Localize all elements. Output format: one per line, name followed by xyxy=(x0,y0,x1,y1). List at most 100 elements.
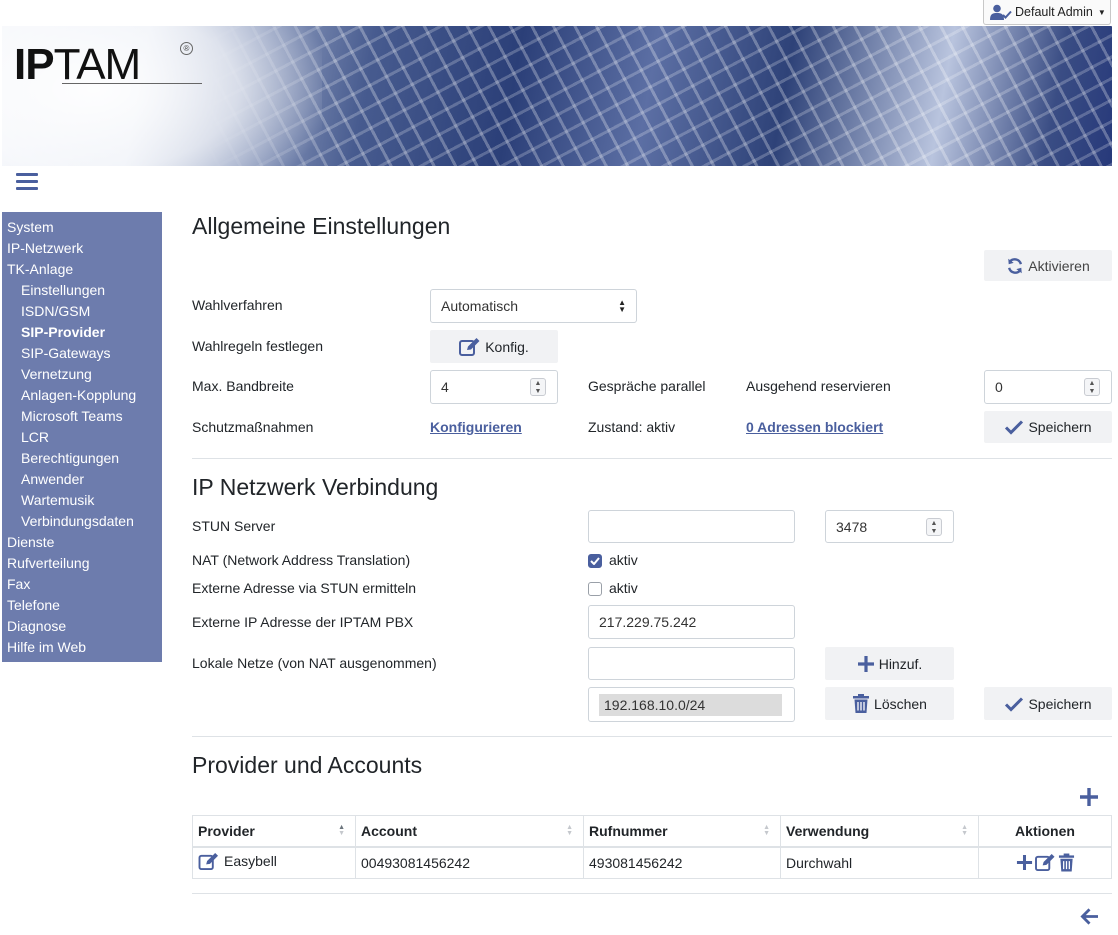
sidebar-item-vernetzung[interactable]: Vernetzung xyxy=(2,365,162,386)
refresh-icon xyxy=(1008,257,1023,274)
local-net-list[interactable]: 192.168.10.0/24 xyxy=(588,687,795,722)
dial-rules-label: Wahlregeln festlegen xyxy=(192,338,324,354)
actions-cell xyxy=(978,846,1112,879)
dial-method-label: Wahlverfahren xyxy=(192,297,283,313)
state-label: Zustand: aktiv xyxy=(588,419,676,435)
sidebar-item-berechtigungen[interactable]: Berechtigungen xyxy=(2,449,162,470)
stun-external-checkbox-label: aktiv xyxy=(609,580,638,596)
edit-icon xyxy=(459,337,480,356)
max-bandwidth-input[interactable]: 4 ▲ ▼ xyxy=(430,370,558,404)
sidebar-item-dienste[interactable]: Dienste xyxy=(2,533,162,554)
select-arrows-icon: ▲ ▼ xyxy=(618,298,626,314)
stun-port-input[interactable]: 3478 ▲ ▼ xyxy=(825,510,954,543)
save-network-button[interactable]: Speichern xyxy=(984,687,1112,720)
column-header-account[interactable]: Account ▲ ▼ xyxy=(355,815,584,848)
providers-table: Provider ▲ ▼ Account ▲ ▼ Rufnummer ▲ ▼ Verwend… xyxy=(192,815,1112,879)
configure-link[interactable]: Konfigurieren xyxy=(430,419,522,435)
sidebar: System IP-Netzwerk TK-Anlage Einstellungen I… xyxy=(2,212,162,662)
spinner-icon[interactable]: ▲ ▼ xyxy=(530,378,546,396)
sidebar-item-fax[interactable]: Fax xyxy=(2,575,162,596)
edit-account-icon[interactable] xyxy=(1034,853,1056,872)
sidebar-item-lcr[interactable]: LCR xyxy=(2,428,162,449)
edit-provider-icon[interactable] xyxy=(198,852,220,871)
add-local-net-button[interactable]: Hinzuf. xyxy=(825,647,954,680)
sidebar-item-verbindungsdaten[interactable]: Verbindungsdaten xyxy=(2,512,162,533)
sidebar-item-anwender[interactable]: Anwender xyxy=(2,470,162,491)
spinner-icon[interactable]: ▲ ▼ xyxy=(1084,378,1100,396)
stun-external-checkbox[interactable] xyxy=(588,582,602,596)
sidebar-item-hilfe-im-web[interactable]: Hilfe im Web xyxy=(2,638,162,659)
dial-method-select[interactable]: Automatisch ▲ ▼ xyxy=(430,289,637,323)
protection-label: Schutzmaßnahmen xyxy=(192,419,314,435)
stun-external-label: Externe Adresse via STUN ermitteln xyxy=(192,580,417,596)
sidebar-item-einstellungen[interactable]: Einstellungen xyxy=(2,281,162,302)
check-icon xyxy=(1005,696,1024,712)
stun-server-label: STUN Server xyxy=(192,518,276,534)
usage-cell: Durchwahl xyxy=(780,846,979,879)
check-icon xyxy=(590,557,600,565)
sidebar-item-anlagen-kopplung[interactable]: Anlagen-Kopplung xyxy=(2,386,162,407)
registered-mark: ® xyxy=(180,42,193,55)
save-general-button[interactable]: Speichern xyxy=(984,411,1112,443)
sidebar-item-tk-anlage[interactable]: TK-Anlage xyxy=(2,260,162,281)
sidebar-item-telefone[interactable]: Telefone xyxy=(2,596,162,617)
check-icon xyxy=(1005,420,1024,435)
add-account-icon[interactable] xyxy=(1016,854,1033,871)
divider xyxy=(192,458,1112,459)
back-arrow-icon[interactable] xyxy=(1080,908,1099,928)
trash-icon xyxy=(853,694,870,713)
caret-down-icon: ▼ xyxy=(1097,7,1106,17)
external-ip-input[interactable]: 217.229.75.242 xyxy=(588,605,795,639)
sort-icon: ▲ ▼ xyxy=(763,824,770,837)
outgoing-reserve-input[interactable]: 0 ▲ ▼ xyxy=(984,370,1112,404)
nat-checkbox[interactable] xyxy=(588,554,602,568)
sidebar-item-ip-netzwerk[interactable]: IP-Netzwerk xyxy=(2,239,162,260)
max-bandwidth-label: Max. Bandbreite xyxy=(192,378,294,394)
user-icon xyxy=(990,4,1012,20)
parallel-calls-label: Gespräche parallel xyxy=(588,378,706,394)
column-header-actions: Aktionen xyxy=(978,815,1112,848)
network-title: IP Netzwerk Verbindung xyxy=(192,474,439,500)
activate-button[interactable]: Aktivieren xyxy=(984,250,1112,281)
table-row: Easybell 00493081456242 493081456242 Dur… xyxy=(192,846,1112,879)
outgoing-reserve-label: Ausgehend reservieren xyxy=(746,378,891,394)
sort-icon: ▲ ▼ xyxy=(961,824,968,837)
column-header-usage[interactable]: Verwendung ▲ ▼ xyxy=(780,815,979,848)
column-header-number[interactable]: Rufnummer ▲ ▼ xyxy=(583,815,781,848)
config-button[interactable]: Konfig. xyxy=(430,330,558,363)
sidebar-item-system[interactable]: System xyxy=(2,218,162,239)
sidebar-item-wartemusik[interactable]: Wartemusik xyxy=(2,491,162,512)
blocked-addresses-link[interactable]: 0 Adressen blockiert xyxy=(746,419,883,435)
general-settings-title: Allgemeine Einstellungen xyxy=(192,213,451,239)
providers-title: Provider und Accounts xyxy=(192,752,423,778)
delete-local-net-button[interactable]: Löschen xyxy=(825,687,954,720)
user-name: Default Admin xyxy=(1015,5,1093,19)
add-provider-icon[interactable] xyxy=(1079,787,1099,810)
sidebar-item-isdn-gsm[interactable]: ISDN/GSM xyxy=(2,302,162,323)
external-ip-label: Externe IP Adresse der IPTAM PBX xyxy=(192,614,414,630)
stun-server-input[interactable] xyxy=(588,510,795,543)
number-cell: 493081456242 xyxy=(583,846,781,879)
menu-toggle-icon[interactable] xyxy=(16,173,38,191)
nat-checkbox-label: aktiv xyxy=(609,552,638,568)
sort-icon: ▲ ▼ xyxy=(566,824,573,837)
user-menu-button[interactable]: Default Admin ▼ xyxy=(983,0,1111,25)
account-cell: 00493081456242 xyxy=(355,846,584,879)
local-nets-label: Lokale Netze (von NAT ausgenommen) xyxy=(192,655,437,671)
divider xyxy=(192,893,1112,894)
divider xyxy=(192,736,1112,737)
header-banner: IPTAM ® xyxy=(2,26,1112,166)
sidebar-item-microsoft-teams[interactable]: Microsoft Teams xyxy=(2,407,162,428)
sidebar-item-sip-provider[interactable]: SIP-Provider xyxy=(2,323,162,344)
plus-icon xyxy=(857,655,874,672)
nat-label: NAT (Network Address Translation) xyxy=(192,552,411,568)
local-net-entry[interactable]: 192.168.10.0/24 xyxy=(599,693,782,716)
column-header-provider[interactable]: Provider ▲ ▼ xyxy=(192,815,356,848)
spinner-icon[interactable]: ▲ ▼ xyxy=(926,517,942,536)
sort-icon: ▲ ▼ xyxy=(338,824,345,837)
delete-account-icon[interactable] xyxy=(1058,853,1075,872)
sidebar-item-diagnose[interactable]: Diagnose xyxy=(2,617,162,638)
sidebar-item-sip-gateways[interactable]: SIP-Gateways xyxy=(2,344,162,365)
local-net-input[interactable] xyxy=(588,647,795,680)
sidebar-item-rufverteilung[interactable]: Rufverteilung xyxy=(2,554,162,575)
